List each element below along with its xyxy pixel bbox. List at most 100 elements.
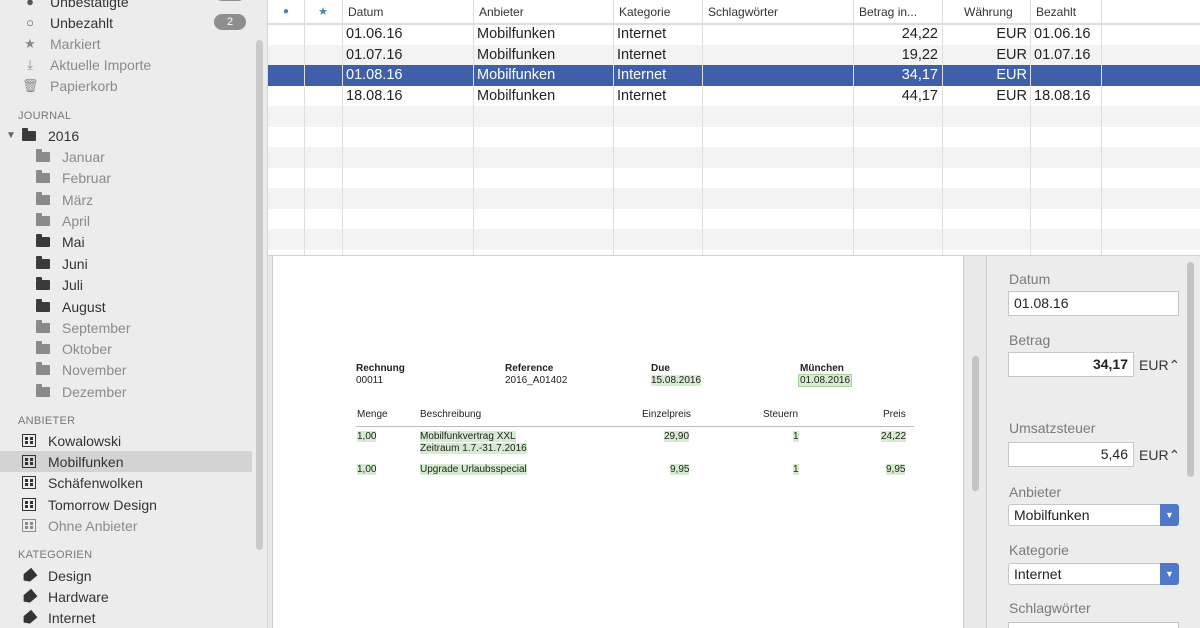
sidebar-item-aktuelle-importe[interactable]: ⤓ Aktuelle Importe [0,54,252,75]
sidebar-item-label: Juni [62,255,88,272]
sidebar-item-label: Februar [62,169,112,186]
umsatzsteuer-field[interactable]: 5,46 [1008,442,1134,467]
column-divider [1101,0,1102,256]
sidebar-item-month-september[interactable]: September [0,317,252,338]
sidebar-item-month-juni[interactable]: Juni [0,253,252,274]
trash-icon: 🗑 [22,77,39,93]
invoice-date-value: 01.08.2016 [798,374,853,387]
cell-anbieter: Mobilfunken [477,46,556,63]
betrag-currency-select[interactable]: EUR⌃ [1139,357,1180,374]
tag-icon [20,588,37,605]
sidebar-item-month-dezember[interactable]: Dezember [0,381,252,402]
kategorie-select[interactable]: Internet ▼ [1008,563,1179,585]
sidebar-item-unbezahlt[interactable]: ○ Unbezahlt 2 [0,12,252,33]
table-row[interactable]: 01.06.16 Mobilfunken Internet 24,22 EUR … [268,24,1200,45]
schlagwoerter-field[interactable] [1008,622,1179,628]
sidebar-item-label: März [62,191,94,208]
sidebar-item-label: Januar [62,148,105,165]
sidebar-item-month-november[interactable]: November [0,359,252,380]
column-divider [613,0,614,256]
invoice-col-steuern: Steuern [763,409,799,420]
cell-anbieter: Mobilfunken [477,26,556,42]
datum-field[interactable]: 01.08.16 [1008,291,1179,316]
invoice-col-menge: Menge [357,409,388,420]
disclosure-triangle-icon[interactable]: ▼ [6,130,16,141]
sidebar-item-ohne-anbieter[interactable]: Ohne Anbieter [0,515,252,536]
table-row-selected[interactable]: 01.08.16 Mobilfunken Internet 34,17 EUR [268,65,1200,86]
section-header-kategorien: KATEGORIEN [18,549,93,561]
sidebar-item-month-mai[interactable]: Mai [0,231,252,252]
sidebar-item-label: Internet [48,609,96,626]
sidebar-item-label: Design [48,567,92,584]
sidebar-item-internet[interactable]: Internet [0,607,252,628]
cell-kategorie: Internet [617,87,667,104]
betrag-field[interactable]: 34,17 [1008,352,1134,377]
anbieter-select[interactable]: Mobilfunken ▼ [1008,504,1179,526]
count-badge: 2 [214,14,246,30]
folder-icon [36,169,50,183]
sidebar-scrollbar[interactable] [256,40,263,550]
column-header-waehrung[interactable]: Währung [942,0,1030,24]
table-row[interactable]: 01.07.16 Mobilfunken Internet 19,22 EUR … [268,44,1200,65]
building-icon [22,476,36,489]
cell-bezahlt: 18.08.16 [1034,87,1091,104]
column-header-schlagwoerter[interactable]: Schlagwörter [702,0,853,24]
sidebar-item-label: Kowalowski [48,432,122,449]
sidebar-item-month-februar[interactable]: Februar [0,167,252,188]
folder-icon [36,148,50,162]
column-header-kategorie[interactable]: Kategorie [613,0,702,24]
column-header-flag[interactable]: ★ [304,0,342,24]
sidebar-item-unbestaetigte[interactable]: ● Unbestätigte 1 [0,0,252,12]
cell-datum: 01.08.16 [346,67,403,83]
preview-scrollbar[interactable] [972,356,979,491]
sidebar-item-month-maerz[interactable]: März [0,189,252,210]
invoice-city-label: München [800,363,844,374]
empty-row [268,106,1200,127]
sidebar-item-month-januar[interactable]: Januar [0,146,252,167]
cell-bezahlt: 01.06.16 [1034,26,1091,42]
column-divider [304,0,305,256]
umsatzsteuer-currency-select[interactable]: EUR⌃ [1139,447,1180,464]
column-divider [942,0,943,256]
anbieter-label: Anbieter [1009,484,1062,500]
column-header-bezahlt[interactable]: Bezahlt [1030,0,1200,24]
sidebar-item-label: Markiert [50,35,101,52]
cell-waehrung: EUR [996,26,1027,42]
sidebar-item-tomorrow-design[interactable]: Tomorrow Design [0,494,252,515]
empty-row [268,188,1200,209]
umsatzsteuer-label: Umsatzsteuer [1009,420,1096,436]
sidebar-item-month-juli[interactable]: Juli [0,274,252,295]
sidebar-item-label: November [62,361,127,378]
invoice-col-preis: Preis [883,409,906,420]
folder-icon [36,298,50,312]
column-header-status[interactable]: ● [268,0,304,24]
table-row[interactable]: 18.08.16 Mobilfunken Internet 44,17 EUR … [268,85,1200,106]
column-header-betrag[interactable]: Betrag in... [853,0,942,24]
sidebar-item-month-april[interactable]: April [0,210,252,231]
cell-anbieter: Mobilfunken [477,67,556,83]
sidebar-item-month-oktober[interactable]: Oktober [0,338,252,359]
sidebar-item-hardware[interactable]: Hardware [0,586,252,607]
folder-icon [36,361,50,375]
sidebar-item-schaefenwolken[interactable]: Schäfenwolken [0,472,252,493]
column-header-anbieter[interactable]: Anbieter [473,0,613,24]
sidebar-item-month-august[interactable]: August [0,296,252,317]
sidebar-item-papierkorb[interactable]: 🗑 Papierkorb [0,75,252,96]
kategorie-label: Kategorie [1009,542,1069,558]
folder-icon [36,255,50,269]
sidebar-item-kowalowski[interactable]: Kowalowski [0,430,252,451]
invoice-due-value: 15.08.2016 [651,375,702,386]
column-header-datum[interactable]: Datum [342,0,473,24]
sidebar-item-markiert[interactable]: ★ Markiert [0,33,252,54]
kategorie-select-value: Internet [1014,566,1062,582]
invoice-line-beschreibung: Mobilfunkvertrag XXL [420,431,516,442]
invoice-line-beschreibung: Upgrade Urlaubsspecial [420,464,527,475]
invoice-rechnung-value: 00011 [356,375,384,386]
inspector-scrollbar[interactable] [1187,262,1194,477]
schlagwoerter-label: Schlagwörter [1009,600,1091,616]
sidebar-item-design[interactable]: Design [0,565,252,586]
header-divider [268,24,1200,25]
sidebar-item-mobilfunken[interactable]: Mobilfunken [0,451,252,472]
invoice-col-einzelpreis: Einzelpreis [642,409,691,420]
sidebar-item-year-2016[interactable]: ▼ 2016 [0,125,252,146]
